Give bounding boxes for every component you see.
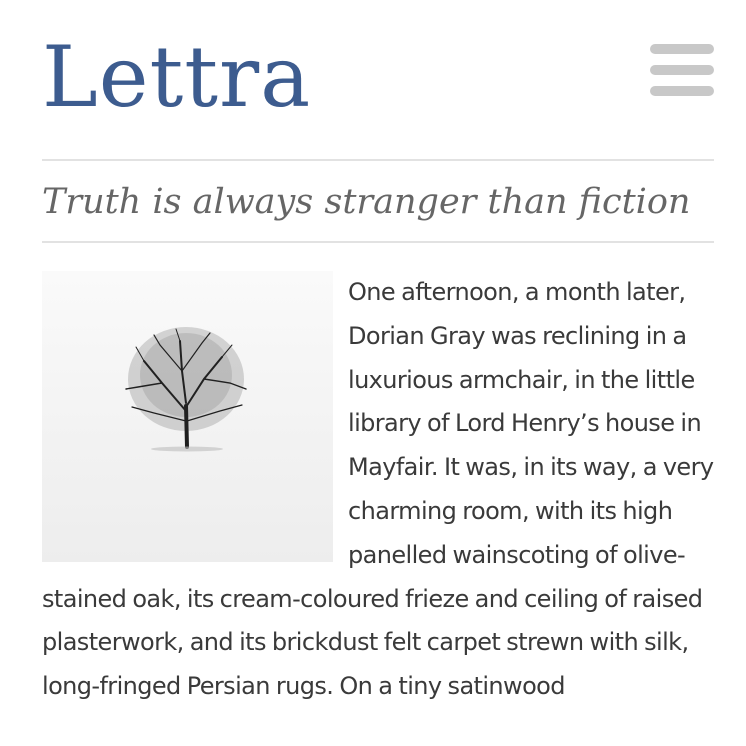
menu-bar [650,65,714,75]
divider-top [42,159,714,161]
article: One afternoon, a month later, Dorian Gra… [42,271,714,709]
hamburger-menu-icon[interactable] [650,44,714,96]
site-tagline: Truth is always stranger than fiction [42,182,691,222]
menu-bar [650,44,714,54]
site-header: Lettra [42,22,714,132]
page: Lettra Truth is always stranger than fic… [0,0,746,746]
feature-image [42,271,333,562]
divider-bottom [42,241,714,243]
site-title[interactable]: Lettra [42,22,311,132]
menu-bar [650,86,714,96]
tree-image-icon [125,327,247,452]
